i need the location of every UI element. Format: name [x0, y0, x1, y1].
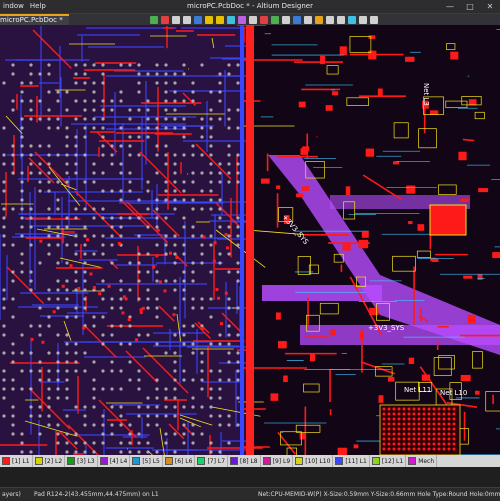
layer-color-icon	[230, 457, 239, 465]
toolbar-icon[interactable]	[260, 15, 268, 24]
toolbar-icon[interactable]	[216, 15, 224, 24]
layer-tab-label: [9] L9	[272, 457, 291, 465]
layer-tab-label: [5] L5	[142, 457, 160, 465]
layer-color-icon	[132, 457, 141, 465]
layer-tab[interactable]: [1] L1	[0, 455, 33, 467]
pcb-toolbar	[150, 14, 378, 25]
status-bar: ayers) Pad R124-2(43.455mm,44.475mm) on …	[0, 487, 500, 501]
toolbar-icon[interactable]	[161, 15, 169, 24]
layer-tab[interactable]: [6] L6	[163, 455, 196, 467]
layer-tab[interactable]: [3] L3	[65, 455, 98, 467]
toolbar-icon[interactable]	[271, 15, 279, 24]
layer-tab[interactable]: Mech	[406, 455, 438, 467]
layer-color-icon	[408, 457, 417, 465]
status-layers: ayers)	[2, 491, 21, 498]
net-label: +3V3_SYS	[368, 324, 405, 332]
layer-color-icon	[371, 457, 380, 465]
layer-tab-label: [11] L1	[345, 457, 367, 465]
minimize-button[interactable]: —	[440, 0, 460, 13]
layer-color-icon	[99, 457, 108, 465]
layer-tab-label: [2] L2	[44, 457, 63, 465]
toolbar-icon[interactable]	[348, 15, 356, 24]
layer-tab-label: [1] L1	[12, 457, 30, 465]
layer-tab-label: [7] L7	[207, 457, 226, 465]
layer-tab-label: [12] L1	[381, 457, 404, 465]
toolbar-icon[interactable]	[359, 15, 367, 24]
close-button[interactable]: ✕	[480, 0, 500, 13]
layer-color-icon	[67, 457, 76, 465]
toolbar-icon[interactable]	[249, 15, 257, 24]
toolbar-icon[interactable]	[304, 15, 312, 24]
layer-color-icon	[295, 457, 304, 465]
bga-region	[0, 25, 250, 455]
toolbar-icon[interactable]	[282, 15, 290, 24]
title-bar: indow Help microPC.PcbDoc * - Altium Des…	[0, 0, 500, 14]
layer-tab-label: [3] L3	[77, 457, 95, 465]
toolbar-icon[interactable]	[227, 15, 235, 24]
layer-tab[interactable]: [5] L5	[130, 455, 163, 467]
layer-color-icon	[262, 457, 271, 465]
status-pad: Pad R124-2(43.455mm,44.475mm) on L1	[34, 491, 159, 498]
layer-tab[interactable]: [8] L8	[228, 455, 261, 467]
window-title: microPC.PcbDoc * - Altium Designer	[187, 2, 313, 10]
pcb-canvas[interactable]: +3V3_SYS +3V3_SYS Net L11 Net L10 Net L3	[0, 25, 500, 455]
toolbar-icon[interactable]	[183, 15, 191, 24]
layer-tab[interactable]: [9] L9	[261, 455, 294, 467]
layer-tab[interactable]: [4] L4	[98, 455, 131, 467]
menu-help[interactable]: Help	[27, 0, 49, 13]
toolbar-icon[interactable]	[194, 15, 202, 24]
layer-tab[interactable]: [11] L1	[333, 455, 370, 467]
layer-color-icon	[197, 457, 206, 465]
toolbar-icon[interactable]	[293, 15, 301, 24]
toolbar-icon[interactable]	[370, 15, 378, 24]
layer-tab[interactable]: [7] L7	[195, 455, 229, 467]
layer-tab-label: Mech	[418, 457, 435, 465]
layer-tabs: [1] L1 [2] L2 [3] L3 [4] L4 [5] L5 [6] L6 [7] …	[0, 455, 500, 467]
document-tab[interactable]: microPC.PcbDoc *	[0, 14, 69, 25]
window-controls: — □ ✕	[440, 0, 500, 13]
toolbar-icon[interactable]	[172, 15, 180, 24]
net-label: Net L10	[440, 389, 467, 397]
pcb-layout: +3V3_SYS+3V3_SYSNet L11 Net L10Net L3	[0, 25, 500, 455]
menu-window[interactable]: indow	[0, 0, 27, 13]
toolbar-icon[interactable]	[337, 15, 345, 24]
net-label: Net L11	[404, 386, 431, 394]
toolbar-icon[interactable]	[326, 15, 334, 24]
layer-tab-label: [10] L10	[305, 457, 331, 465]
layer-color-icon	[2, 457, 10, 465]
layer-tab-label: [4] L4	[109, 457, 128, 465]
layer-color-icon	[34, 457, 43, 465]
status-info: Net:CPU-MEMID-W(P) X-Size:0.59mm Y-Size:…	[258, 491, 500, 498]
layer-tab[interactable]: [12] L1	[370, 455, 407, 467]
toolbar-icon[interactable]	[238, 15, 246, 24]
toolbar-icon[interactable]	[205, 15, 213, 24]
toolbar-icon[interactable]	[150, 15, 158, 24]
toolbar-icon[interactable]	[315, 15, 323, 24]
net-label: Net L3	[422, 83, 430, 106]
layer-color-icon	[164, 457, 173, 465]
menu-bar: indow Help	[0, 0, 49, 13]
layer-tab[interactable]: [10] L10	[293, 455, 334, 467]
layer-tab-label: [8] L8	[240, 457, 258, 465]
maximize-button[interactable]: □	[460, 0, 480, 13]
layer-tab[interactable]: [2] L2	[33, 455, 66, 467]
layer-color-icon	[335, 457, 344, 465]
layer-tab-label: [6] L6	[174, 457, 193, 465]
panel-area	[0, 467, 500, 487]
